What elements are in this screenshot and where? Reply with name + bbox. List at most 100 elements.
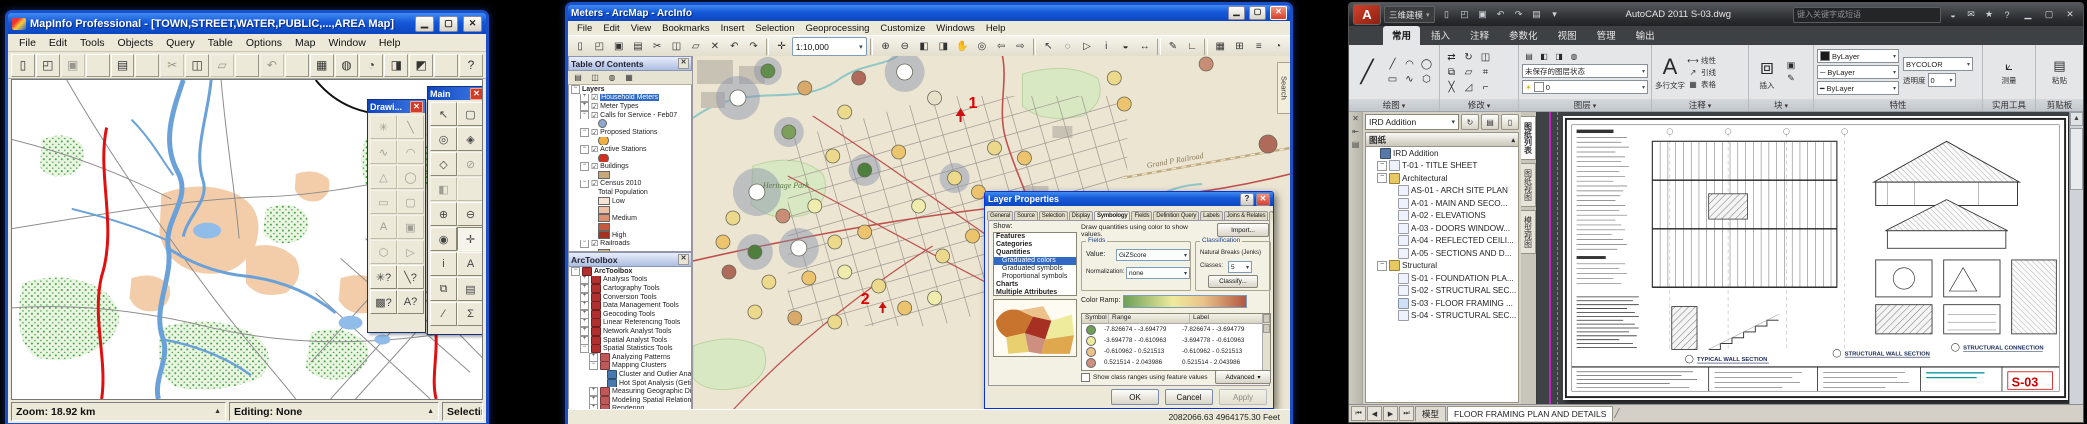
- sheet-tree-item[interactable]: S-04 - STRUCTURAL SEC...: [1366, 310, 1518, 323]
- insert-block-button[interactable]: ⧈ 插入: [1752, 54, 1782, 91]
- close-icon[interactable]: ✕: [678, 58, 689, 69]
- expander-icon[interactable]: +: [580, 327, 589, 336]
- add-data-icon[interactable]: ✛: [772, 37, 790, 56]
- text-style-tool-icon[interactable]: A?: [397, 290, 424, 314]
- paste-icon[interactable]: ▱: [687, 37, 705, 56]
- refresh-sheet-set-icon[interactable]: ↻: [1461, 114, 1479, 130]
- ribbon-tab[interactable]: 参数化: [1500, 26, 1547, 45]
- polyline-tool-icon[interactable]: ∿: [370, 140, 397, 164]
- toolbar-button[interactable]: [86, 54, 110, 77]
- mapinfo-map-view[interactable]: Drawi... ✕ ✳╲∿◠△◯▭▢A▣⬡▷✳?╲?▩?A? Main ✕ ↖…: [11, 79, 483, 400]
- drag-map-window-tool-icon[interactable]: ⧉: [430, 277, 457, 301]
- catalog-icon[interactable]: ▦: [1211, 37, 1229, 56]
- label-tool-icon[interactable]: A: [457, 252, 483, 276]
- toolbar-button[interactable]: [285, 54, 309, 77]
- close-icon[interactable]: ✕: [1352, 114, 1359, 123]
- layer-visibility-checkbox[interactable]: ☑: [591, 240, 598, 249]
- application-menu-button[interactable]: A: [1353, 4, 1381, 25]
- normalization-dropdown[interactable]: none: [1126, 267, 1190, 279]
- table-scrollbar[interactable]: [1262, 314, 1270, 370]
- layer-state-dropdown[interactable]: 未保存的图层状态: [1522, 64, 1648, 78]
- text-tool-icon[interactable]: A: [370, 215, 397, 239]
- line-style-tool-icon[interactable]: ╲?: [397, 265, 424, 289]
- toc-layer-item[interactable]: [569, 171, 691, 180]
- cut-icon[interactable]: ✂: [648, 37, 666, 56]
- sheet-tree-item[interactable]: S-03 - FLOOR FRAMING ...: [1366, 297, 1518, 310]
- close-button[interactable]: ✕: [1270, 6, 1287, 20]
- advanced-button[interactable]: Advanced▾: [1215, 370, 1271, 384]
- apply-button[interactable]: Apply: [1219, 389, 1267, 405]
- toc-layer-item[interactable]: − ☑ Railroads: [569, 240, 691, 249]
- invert-selection-tool-icon[interactable]: ⊘: [457, 152, 483, 176]
- menu-item[interactable]: View: [626, 23, 656, 34]
- drawing-area[interactable]: TYPICAL WALL SECTION STRUCTURAL WALL SEC…: [1537, 112, 2083, 405]
- sheet-set-root[interactable]: IRD Addition: [1366, 147, 1518, 160]
- toc-layers-root[interactable]: − Layers: [569, 85, 691, 94]
- show-list-item[interactable]: Graduated colors: [994, 257, 1076, 265]
- move-icon[interactable]: ⇄: [1443, 50, 1460, 65]
- sheet-tree-item[interactable]: − Architectural: [1366, 172, 1518, 185]
- rectangle-icon[interactable]: ▭: [1384, 72, 1401, 87]
- close-icon[interactable]: ✕: [470, 88, 483, 100]
- editing-status-cell[interactable]: Editing: None▲: [229, 402, 439, 421]
- show-list-item[interactable]: Multiple Attributes: [994, 289, 1076, 296]
- menu-item[interactable]: File: [572, 23, 597, 34]
- menu-item[interactable]: Query: [160, 36, 201, 50]
- expander-icon[interactable]: −: [1377, 261, 1387, 271]
- menu-item[interactable]: Map: [289, 36, 321, 50]
- toolbar-button[interactable]: [766, 38, 770, 56]
- polygon-icon[interactable]: ⬡: [1418, 72, 1435, 87]
- collapse-icon[interactable]: ▴: [1511, 136, 1515, 144]
- sheet-tree-item[interactable]: A-04 - REFLECTED CEILI...: [1366, 235, 1518, 248]
- polygon-select-tool-icon[interactable]: ◇: [430, 152, 457, 176]
- expander-icon[interactable]: −: [580, 344, 589, 353]
- select-tool-icon[interactable]: ↖: [430, 102, 457, 126]
- leader-icon[interactable]: ↗ 引线: [1687, 67, 1716, 78]
- expander-icon[interactable]: +: [580, 276, 589, 285]
- create-block-icon[interactable]: ▣: [1784, 60, 1798, 72]
- find-icon[interactable]: ◒: [1116, 37, 1134, 56]
- polyline-icon[interactable]: ∿: [1401, 72, 1418, 87]
- arctoolbox-icon[interactable]: ⊞: [1230, 37, 1248, 56]
- linear-dimension-icon[interactable]: ⟷ 线性: [1687, 55, 1716, 66]
- ribbon-tab[interactable]: 输出: [1627, 26, 1664, 45]
- class-table-row[interactable]: -0.610962 - 0.521513 -0.610962 - 0.52151…: [1082, 346, 1270, 357]
- list-by-visibility-icon[interactable]: ◍: [604, 71, 620, 84]
- search-dock-tab[interactable]: Search: [1277, 62, 1290, 114]
- selecting-status-cell[interactable]: Selecting...: [442, 402, 483, 421]
- zoom-out-tool-icon[interactable]: ⊖: [457, 202, 483, 226]
- arcmap-titlebar[interactable]: Meters - ArcMap - ArcInfo ▁ ▢ ✕: [568, 5, 1290, 21]
- toc-layer-item[interactable]: Total Population: [569, 188, 691, 197]
- undo-icon[interactable]: ↶: [725, 37, 743, 56]
- sheet-tree-item[interactable]: A-02 - ELEVATIONS: [1366, 210, 1518, 223]
- show-list-item[interactable]: Graduated symbols: [994, 265, 1076, 273]
- dialog-tab[interactable]: General: [987, 211, 1013, 220]
- maximize-button[interactable]: ▢: [2040, 6, 2058, 23]
- graph-select-tool-icon[interactable]: ◧: [430, 177, 457, 201]
- dialog-tab[interactable]: Time: [1269, 211, 1273, 220]
- expander-icon[interactable]: −: [580, 128, 589, 137]
- drawing-palette-titlebar[interactable]: Drawi... ✕: [368, 100, 425, 113]
- clear-selection-icon[interactable]: ◌: [1059, 37, 1077, 56]
- layer-freeze-icon[interactable]: ◍: [1567, 50, 1581, 62]
- auto-hide-icon[interactable]: ⇤: [1352, 127, 1359, 136]
- infocenter-search-input[interactable]: 键入关键字或短语: [1793, 7, 1941, 23]
- palette-titlebar-strip[interactable]: ✕ ⇤ ▤: [1349, 112, 1363, 405]
- expander-icon[interactable]: −: [571, 267, 580, 276]
- dialog-titlebar[interactable]: Layer Properties ? ✕: [985, 192, 1273, 206]
- class-table-row[interactable]: -7.826674 - -3.694779 -7.826674 - -3.694…: [1082, 324, 1270, 335]
- expander-icon[interactable]: +: [589, 353, 598, 362]
- expander-icon[interactable]: +: [580, 310, 589, 319]
- expander-icon[interactable]: +: [580, 293, 589, 302]
- menu-item[interactable]: Table: [202, 36, 239, 50]
- expander-icon[interactable]: +: [589, 396, 598, 405]
- erase-icon[interactable]: ╳: [1443, 80, 1460, 95]
- mirror-icon[interactable]: ⧉: [1443, 65, 1460, 80]
- expander-icon[interactable]: −: [571, 85, 580, 94]
- toc-layer-item[interactable]: − ☑ Census 2010: [569, 180, 691, 189]
- show-list-item[interactable]: Proportional symbols: [994, 273, 1076, 281]
- color-ramp-dropdown[interactable]: [1123, 295, 1247, 308]
- toolbox-item[interactable]: + Data Management Tools: [569, 301, 691, 310]
- next-layout-icon[interactable]: ▶: [1383, 406, 1398, 421]
- close-button[interactable]: ✕: [463, 16, 482, 32]
